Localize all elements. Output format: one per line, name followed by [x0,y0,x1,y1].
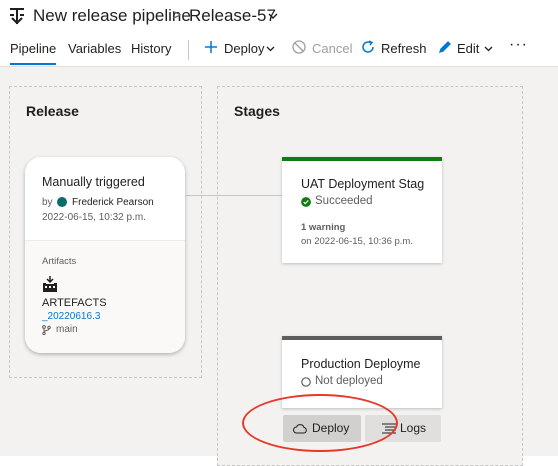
breadcrumb-separator: > [172,7,182,24]
refresh-icon [362,40,374,53]
page-header: New release pipeline > Release-57 [0,0,558,34]
deploy-label: Deploy [224,41,265,56]
stage-status: Not deployed [315,375,383,387]
edit-label: Edit [457,41,480,56]
plus-icon [205,41,217,53]
check-circle-icon [301,197,311,207]
avatar [57,197,67,207]
artifact-name: ARTEFACTS [42,297,107,309]
release-panel-title: Release [26,103,79,119]
empty-circle-icon [301,377,311,387]
trigger-date: 2022-06-15, 10:32 p.m. [42,212,146,223]
tab-variables[interactable]: Variables [68,41,121,56]
branch-icon [42,325,51,335]
cancel-icon [292,40,306,54]
pipeline-connector [186,195,282,196]
artifact-version-link[interactable]: _20220616.3 [42,311,100,322]
author-name: Frederick Pearson [72,197,154,208]
tab-pipeline[interactable]: Pipeline [10,41,57,65]
more-options-button[interactable]: ··· [509,36,528,54]
tab-history[interactable]: History [131,41,171,56]
annotation-circle [242,394,398,452]
release-card[interactable]: Manually triggered by Frederick Pearson … [25,157,185,353]
pipeline-title[interactable]: New release pipeline [33,6,191,26]
branch-name: main [56,324,78,335]
release-name[interactable]: Release-57 [189,6,276,26]
pencil-icon [438,41,451,54]
trigger-section: Manually triggered by Frederick Pearson … [25,157,185,240]
stage-date: on 2022-06-15, 10:36 p.m. [301,236,413,247]
stage-name: Production Deployme [301,357,421,371]
logs-button-label: Logs [400,421,427,435]
stage-status-bar [282,157,442,161]
stage-status-bar [282,336,442,340]
stages-panel-title: Stages [234,103,280,119]
stage-status: Succeeded [315,195,373,207]
warning-count: 1 warning [301,222,346,233]
artifacts-section: Artifacts ARTEFACTS _20220616.3 main [25,240,185,353]
artifacts-label: Artifacts [42,256,77,267]
chevron-down-icon [266,46,275,52]
by-label: by [42,197,53,208]
chevron-down-icon[interactable] [268,13,278,20]
trigger-title: Manually triggered [42,175,145,189]
toolbar: Pipeline Variables History Deploy Cancel… [0,36,558,66]
pipeline-icon [10,8,24,25]
chevron-down-icon [484,46,493,52]
stage-card-uat[interactable]: UAT Deployment Stag Succeeded 1 warning … [282,157,442,263]
refresh-label: Refresh [381,41,427,56]
stage-name: UAT Deployment Stag [301,177,425,191]
cancel-label: Cancel [312,41,353,56]
artifact-icon [43,276,57,292]
toolbar-divider [188,40,189,60]
